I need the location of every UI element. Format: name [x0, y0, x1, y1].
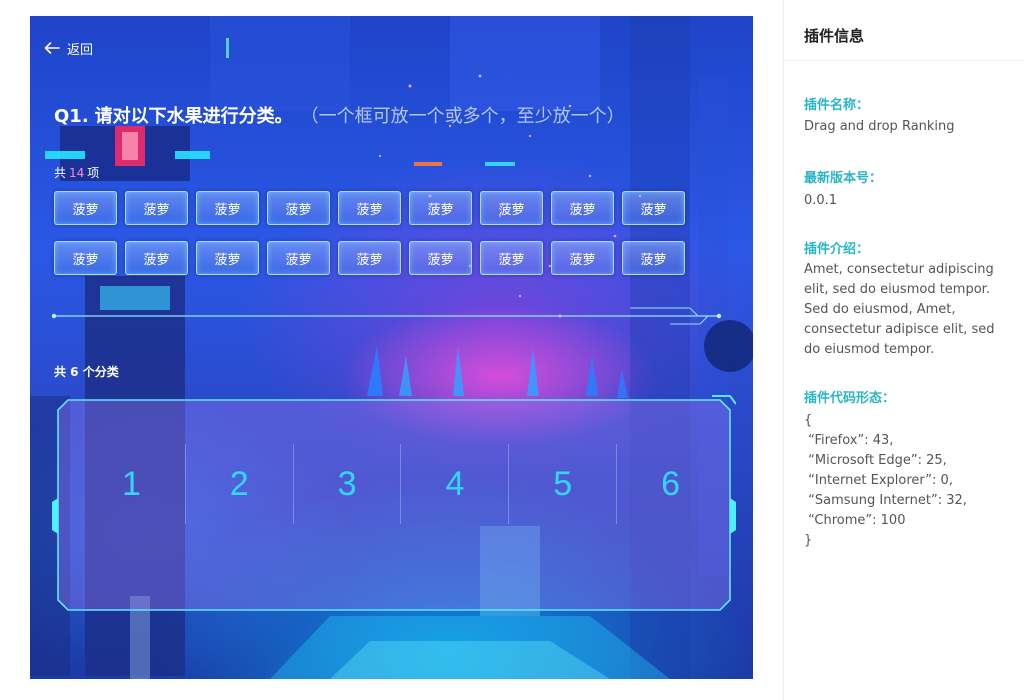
- item-chip[interactable]: 菠萝: [409, 191, 472, 225]
- category-slots: 123456: [78, 444, 724, 524]
- items-count-number: 14: [69, 166, 85, 180]
- item-chip[interactable]: 菠萝: [480, 241, 543, 275]
- items-pool: 菠萝 菠萝 菠萝 菠萝 菠萝 菠萝 菠萝 菠萝 菠萝 菠萝 菠萝 菠萝 菠萝 菠萝 菠萝 菠萝 菠萝 菠萝: [54, 191, 685, 275]
- category-slot[interactable]: 3: [292, 444, 401, 524]
- plugin-code-value: { “Firefox”: 43, “Microsoft Edge”: 25, “…: [804, 413, 967, 548]
- plugin-intro-value: Amet, consectetur adipiscing elit, sed d…: [804, 262, 999, 357]
- item-chip[interactable]: 菠萝: [267, 191, 330, 225]
- plugin-version-value: 0.0.1: [804, 193, 838, 208]
- plugin-name-value: Drag and drop Ranking: [804, 119, 955, 134]
- item-chip[interactable]: 菠萝: [338, 191, 401, 225]
- category-slot[interactable]: 6: [616, 444, 724, 524]
- item-chip[interactable]: 菠萝: [267, 241, 330, 275]
- game-stage: 返回 Q1. 请对以下水果进行分类。 （一个框可放一个或多个，至少放一个） 共1…: [30, 16, 753, 679]
- question-title: Q1. 请对以下水果进行分类。 （一个框可放一个或多个，至少放一个）: [54, 102, 744, 128]
- categories-count: 共 6 个分类: [54, 365, 119, 379]
- item-chip[interactable]: 菠萝: [196, 191, 259, 225]
- category-slot[interactable]: 4: [400, 444, 508, 524]
- items-count-prefix: 共: [54, 166, 67, 180]
- plugin-code-label: 插件代码形态：: [804, 391, 896, 406]
- item-chip[interactable]: 菠萝: [54, 191, 117, 225]
- arrow-left-icon: [44, 42, 60, 54]
- item-chip[interactable]: 菠萝: [125, 191, 188, 225]
- plugin-name-label: 插件名称：: [804, 98, 870, 113]
- items-count: 共 14 项: [54, 164, 99, 181]
- question-hint: （一个框可放一个或多个，至少放一个）: [300, 106, 625, 127]
- item-chip[interactable]: 菠萝: [551, 241, 614, 275]
- items-count-suffix: 项: [87, 166, 100, 180]
- question-number: Q1.: [54, 106, 89, 127]
- item-chip[interactable]: 菠萝: [196, 241, 259, 275]
- plugin-info-panel: 插件信息 插件名称： Drag and drop Ranking 最新版本号： …: [783, 0, 1024, 700]
- panel-title: 插件信息: [784, 0, 1024, 61]
- divider-line: [51, 307, 722, 325]
- plugin-intro-label: 插件介绍：: [804, 242, 870, 257]
- question-text: 请对以下水果进行分类。: [94, 106, 293, 127]
- item-chip[interactable]: 菠萝: [409, 241, 472, 275]
- category-slot[interactable]: 5: [508, 444, 616, 524]
- category-slot[interactable]: 1: [78, 444, 185, 524]
- plugin-version-label: 最新版本号：: [804, 171, 883, 186]
- back-button[interactable]: 返回: [44, 38, 93, 58]
- item-chip[interactable]: 菠萝: [125, 241, 188, 275]
- category-slot[interactable]: 2: [184, 444, 293, 524]
- app-root: 返回 Q1. 请对以下水果进行分类。 （一个框可放一个或多个，至少放一个） 共1…: [0, 0, 1024, 700]
- item-chip[interactable]: 菠萝: [54, 241, 117, 275]
- item-chip[interactable]: 菠萝: [622, 191, 685, 225]
- category-drop-zone: 123456: [52, 394, 736, 612]
- back-label: 返回: [67, 42, 94, 58]
- item-chip[interactable]: 菠萝: [338, 241, 401, 275]
- item-chip[interactable]: 菠萝: [551, 191, 614, 225]
- item-chip[interactable]: 菠萝: [622, 241, 685, 275]
- item-chip[interactable]: 菠萝: [480, 191, 543, 225]
